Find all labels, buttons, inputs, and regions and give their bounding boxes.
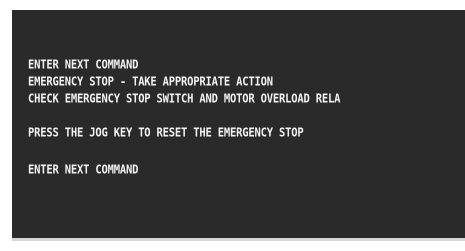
prompt-line: ENTER NEXT COMMAND <box>28 58 139 72</box>
emergency-stop-message: EMERGENCY STOP - TAKE APPROPRIATE ACTION <box>28 75 273 89</box>
jog-reset-instruction: PRESS THE JOG KEY TO RESET THE EMERGENCY… <box>28 126 304 140</box>
check-switch-message: CHECK EMERGENCY STOP SWITCH AND MOTOR OV… <box>28 92 341 106</box>
terminal-screen: ENTER NEXT COMMAND EMERGENCY STOP - TAKE… <box>12 10 465 241</box>
prompt-line: ENTER NEXT COMMAND <box>28 163 139 177</box>
